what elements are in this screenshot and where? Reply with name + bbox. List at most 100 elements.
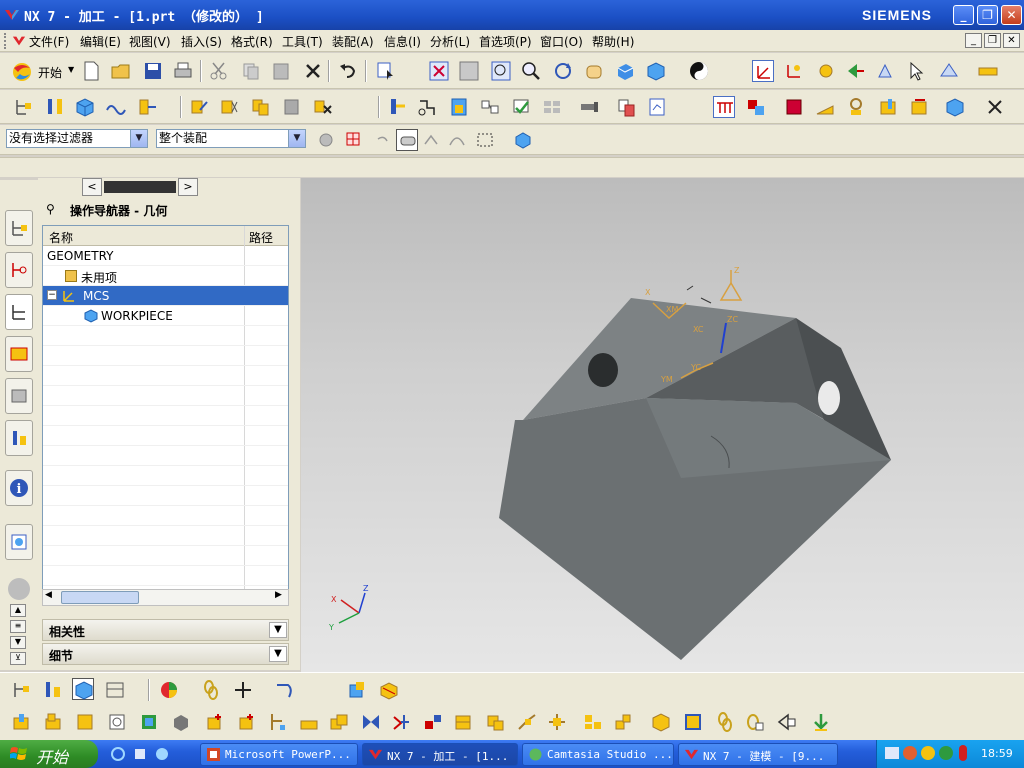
- wcs-display-button[interactable]: [938, 60, 960, 82]
- bt-download-button[interactable]: [810, 711, 832, 733]
- scroll-thumb[interactable]: [61, 591, 139, 604]
- new-file-button[interactable]: [80, 60, 102, 82]
- bt-feature-1-button[interactable]: [10, 711, 32, 733]
- pan-button[interactable]: [583, 60, 605, 82]
- task-camtasia[interactable]: Camtasia Studio ...: [522, 743, 674, 766]
- verify-path-button[interactable]: [479, 96, 501, 118]
- shop-doc-button[interactable]: [578, 96, 600, 118]
- fit-button[interactable]: [428, 60, 450, 82]
- paste-button[interactable]: [270, 60, 292, 82]
- generate-path-button[interactable]: [386, 96, 408, 118]
- recording-icon[interactable]: [959, 745, 967, 761]
- tab-reuse-library[interactable]: [5, 378, 33, 414]
- report-button[interactable]: [646, 96, 668, 118]
- wcs-orient-button[interactable]: [845, 60, 867, 82]
- graphics-window[interactable]: Z X XM XC ZC YM YC Z X Y: [301, 178, 1024, 672]
- doc-minimize-button[interactable]: _: [965, 33, 982, 48]
- bt-feature-18-button[interactable]: [546, 711, 568, 733]
- scroll-right-icon[interactable]: ▶: [275, 590, 282, 600]
- selection-button[interactable]: [375, 60, 397, 82]
- delete-button[interactable]: [302, 60, 324, 82]
- messenger-icon[interactable]: [921, 746, 935, 760]
- op-cut-button[interactable]: [218, 96, 240, 118]
- doc-close-button[interactable]: ✕: [1003, 33, 1020, 48]
- restore-button[interactable]: ❐: [977, 5, 998, 25]
- menu-view[interactable]: 视图(V): [129, 33, 171, 50]
- op-delete-button[interactable]: [312, 96, 334, 118]
- zoom-button[interactable]: [520, 60, 542, 82]
- menu-assembly[interactable]: 装配(A): [332, 33, 374, 50]
- close-toolbar-button[interactable]: [984, 96, 1006, 118]
- machine-view-button[interactable]: [745, 96, 767, 118]
- tab-operation-navigator[interactable]: [5, 294, 33, 330]
- scroll-left-icon[interactable]: <: [82, 178, 102, 196]
- wcs-origin-button[interactable]: [783, 60, 805, 82]
- feature-select-button[interactable]: [396, 129, 418, 151]
- blank-button[interactable]: [944, 96, 966, 118]
- pin-icon[interactable]: ⚲: [46, 202, 55, 216]
- op-edit-button[interactable]: [188, 96, 210, 118]
- task-powerpoint[interactable]: Microsoft PowerP...: [200, 743, 358, 766]
- tab-tool-library[interactable]: [5, 420, 33, 456]
- tree-row-workpiece[interactable]: WORKPIECE: [43, 306, 288, 326]
- column-path[interactable]: 路径: [249, 229, 273, 246]
- cut-button[interactable]: [208, 60, 230, 82]
- bt-feature-19-button[interactable]: [582, 711, 604, 733]
- section-related[interactable]: 相关性 ▼: [42, 619, 289, 641]
- bt-feature-21-button[interactable]: [650, 711, 672, 733]
- bt-color-button[interactable]: [158, 679, 180, 701]
- rotate-button[interactable]: [552, 60, 574, 82]
- tree-row-unused[interactable]: 未用项: [43, 266, 288, 286]
- bt-feature-7-button[interactable]: [204, 711, 226, 733]
- snap-point-button[interactable]: [420, 129, 442, 151]
- bt-tool-button[interactable]: [42, 679, 64, 701]
- media-quicklaunch-icon[interactable]: [154, 746, 170, 762]
- bt-feature-17-button[interactable]: [516, 711, 538, 733]
- scroll-up-button[interactable]: ▲: [10, 604, 26, 617]
- scroll-mid-button[interactable]: ≡: [10, 620, 26, 633]
- menu-edit[interactable]: 编辑(E): [80, 33, 121, 50]
- scroll-left-icon[interactable]: ◀: [45, 590, 52, 600]
- rectangle-select-button[interactable]: [474, 129, 496, 151]
- create-tool-button[interactable]: [44, 96, 66, 118]
- open-button[interactable]: [110, 60, 132, 82]
- snap-settings-button[interactable]: [315, 129, 337, 151]
- zoom-box-button[interactable]: [490, 60, 512, 82]
- close-button[interactable]: ✕: [1001, 5, 1022, 25]
- create-program-button[interactable]: [12, 96, 34, 118]
- bt-feature-6-button[interactable]: [170, 711, 192, 733]
- bt-feature-20-button[interactable]: [612, 711, 634, 733]
- render-style-button[interactable]: [614, 60, 636, 82]
- replay-path-button[interactable]: [417, 96, 439, 118]
- background-button[interactable]: [688, 60, 710, 82]
- tab-web-browser[interactable]: [5, 524, 33, 560]
- bt-link-button[interactable]: [200, 679, 222, 701]
- minimize-button[interactable]: _: [953, 5, 974, 25]
- bt-blank-button[interactable]: [378, 679, 400, 701]
- ie-quicklaunch-icon[interactable]: [110, 746, 126, 762]
- keyboard-icon[interactable]: [885, 747, 899, 759]
- task-nx-modeling[interactable]: NX 7 - 建模 - [9...: [678, 743, 838, 766]
- menu-info[interactable]: 信息(I): [384, 33, 421, 50]
- doc-restore-button[interactable]: ❐: [984, 33, 1001, 48]
- menu-tools[interactable]: 工具(T): [282, 33, 323, 50]
- measure-button[interactable]: [977, 60, 999, 82]
- bt-feature-3-button[interactable]: [74, 711, 96, 733]
- bt-point-button[interactable]: [232, 679, 254, 701]
- create-operation-button[interactable]: [136, 96, 158, 118]
- bt-block-button[interactable]: [346, 679, 368, 701]
- select-body-button[interactable]: [512, 129, 534, 151]
- op-paste-button[interactable]: [281, 96, 303, 118]
- menu-preferences[interactable]: 首选项(P): [479, 33, 532, 50]
- tab-machine-navigator[interactable]: [5, 336, 33, 372]
- bt-feature-9-button[interactable]: [266, 711, 288, 733]
- print-button[interactable]: [172, 60, 194, 82]
- view-orientation-button[interactable]: [645, 60, 667, 82]
- bt-feature-2-button[interactable]: [42, 711, 64, 733]
- bt-feature-23-button[interactable]: [714, 711, 736, 733]
- scroll-right-icon[interactable]: >: [178, 178, 198, 196]
- undo-button[interactable]: [337, 60, 359, 82]
- simulate-button[interactable]: [510, 96, 532, 118]
- tab-part-navigator[interactable]: [5, 252, 33, 288]
- menu-window[interactable]: 窗口(O): [540, 33, 583, 50]
